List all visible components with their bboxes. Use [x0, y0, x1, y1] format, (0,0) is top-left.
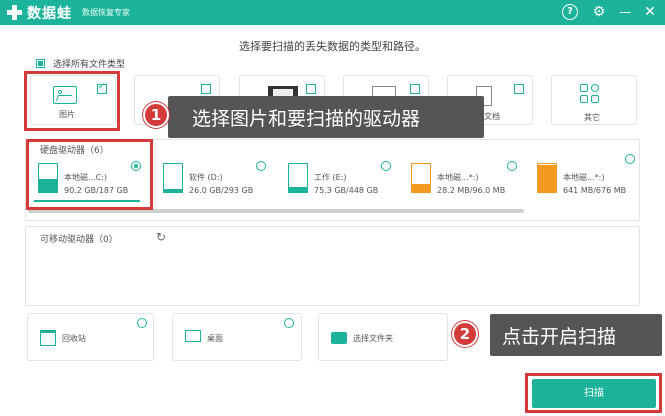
documents-checkbox[interactable] — [514, 84, 524, 94]
file-type-label: 图片 — [59, 110, 75, 119]
settings-icon[interactable]: ⚙ — [591, 4, 607, 20]
drive-item[interactable]: 本地磁...*:) 28.2 MB/96.0 MB — [411, 159, 531, 204]
drive-size: 641 MB/676 MB — [563, 186, 627, 195]
file-type-label: 其它 — [584, 113, 600, 122]
drive-radio[interactable] — [507, 161, 517, 171]
image-icon — [53, 86, 77, 104]
drive-size: 90.2 GB/187 GB — [64, 186, 129, 195]
video-checkbox[interactable] — [306, 84, 316, 94]
drive-name: 本地磁...C:) — [64, 173, 108, 182]
refresh-icon[interactable]: ↻ — [156, 230, 166, 244]
selected-drive-underline — [34, 200, 140, 202]
page-heading: 选择要扫描的丢失数据的类型和路径。 — [239, 40, 426, 53]
callout-text: 点击开启扫描 — [502, 325, 617, 348]
drive-radio[interactable] — [131, 161, 141, 171]
help-icon[interactable]: ? — [562, 4, 578, 20]
title-bar: 数据蛙 数据恢复专家 ? ⚙ — ✕ — [0, 0, 665, 25]
drive-item[interactable]: 工作 (E:) 75.3 GB/448 GB — [288, 159, 408, 204]
file-type-images[interactable]: 图片 — [30, 75, 116, 125]
plus-logo-icon — [6, 4, 23, 21]
location-label: 回收站 — [62, 334, 86, 343]
drive-scrollbar[interactable] — [28, 209, 524, 213]
location-radio[interactable] — [284, 318, 294, 328]
drive-size: 26.0 GB/293 GB — [189, 186, 254, 195]
select-all-label: 选择所有文件类型 — [53, 60, 126, 70]
step-badge: 2 — [452, 321, 478, 347]
drive-icon — [537, 163, 557, 193]
images-checkbox[interactable] — [97, 82, 107, 94]
callout-step-1: 选择图片和要扫描的驱动器 — [168, 96, 484, 138]
scan-button[interactable]: 扫描 — [532, 379, 656, 408]
drive-radio[interactable] — [625, 154, 635, 164]
drive-radio[interactable] — [381, 161, 391, 171]
location-select-folder[interactable]: 选择文件夹 — [318, 313, 448, 361]
drive-name: 本地磁...*:) — [563, 173, 605, 182]
callout-text: 选择图片和要扫描的驱动器 — [192, 107, 421, 130]
location-label: 选择文件夹 — [353, 334, 393, 343]
hard-drive-title: 硬盘驱动器（6） — [40, 146, 109, 156]
callout-step-2: 点击开启扫描 — [490, 314, 662, 356]
file-type-other[interactable]: 其它 — [551, 75, 637, 125]
drive-icon — [288, 163, 308, 193]
location-desktop[interactable]: 桌面 — [172, 313, 302, 361]
select-all-types[interactable]: 选择所有文件类型 — [36, 57, 125, 70]
file-type-label: 文档 — [484, 112, 500, 121]
email-checkbox[interactable] — [410, 84, 420, 94]
audio-checkbox[interactable] — [201, 84, 211, 94]
drive-name: 软件 (D:) — [189, 173, 223, 182]
app-name: 数据蛙 — [27, 5, 72, 22]
drive-item[interactable]: 本地磁...C:) 90.2 GB/187 GB — [38, 159, 158, 204]
drive-icon — [38, 163, 58, 193]
app-logo: 数据蛙 数据恢复专家 — [6, 2, 130, 23]
minimize-icon[interactable]: — — [617, 4, 633, 20]
select-all-checkbox[interactable] — [36, 59, 45, 68]
close-icon[interactable]: ✕ — [642, 4, 658, 20]
desktop-icon — [185, 330, 201, 342]
drive-item[interactable]: 本地磁...*:) 641 MB/676 MB — [537, 154, 657, 204]
drive-size: 75.3 GB/448 GB — [314, 186, 379, 195]
location-recycle-bin[interactable]: 回收站 — [27, 313, 154, 361]
drive-icon — [411, 163, 431, 193]
removable-drive-title: 可移动驱动器（0） — [40, 235, 118, 245]
location-radio[interactable] — [137, 318, 147, 328]
folder-icon — [331, 332, 347, 344]
drive-name: 工作 (E:) — [314, 173, 347, 182]
drive-radio[interactable] — [256, 161, 266, 171]
app-subtitle: 数据恢复专家 — [82, 8, 130, 17]
drive-size: 28.2 MB/96.0 MB — [437, 186, 506, 195]
location-label: 桌面 — [207, 334, 223, 343]
drive-icon — [163, 163, 183, 193]
drive-name: 本地磁...*:) — [437, 173, 479, 182]
recycle-bin-icon — [40, 330, 56, 346]
step-badge: 1 — [143, 102, 169, 128]
drive-item[interactable]: 软件 (D:) 26.0 GB/293 GB — [163, 159, 283, 204]
other-icon — [580, 84, 600, 104]
